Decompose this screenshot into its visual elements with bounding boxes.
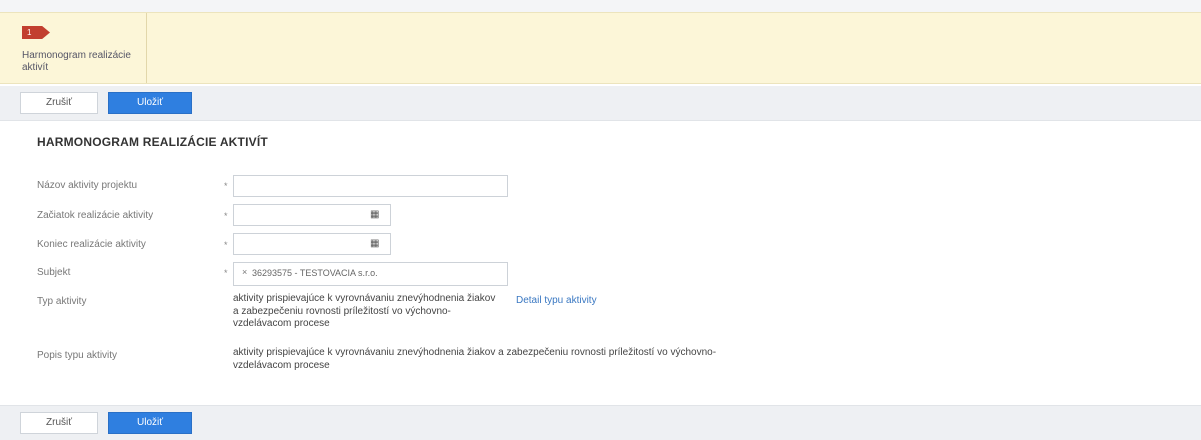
cancel-button[interactable]: Zrušiť xyxy=(20,412,98,434)
step-number: 1 xyxy=(27,28,32,37)
description-value: aktivity prispievajúce k vyrovnávaniu zn… xyxy=(233,347,717,371)
required-marker: * xyxy=(224,181,228,191)
required-marker: * xyxy=(224,268,228,278)
type-label: Typ aktivity xyxy=(37,296,87,307)
activity-name-input[interactable] xyxy=(233,175,508,197)
wizard-step-1[interactable]: 1 Harmonogram realizácie aktivít xyxy=(8,13,147,83)
wizard-bar: 1 Harmonogram realizácie aktivít xyxy=(0,12,1201,84)
calendar-icon[interactable]: ▦ xyxy=(370,210,380,220)
required-marker: * xyxy=(224,211,228,221)
remove-tag-icon[interactable]: × xyxy=(242,267,247,277)
name-label: Názov aktivity projektu xyxy=(37,180,138,191)
start-label: Začiatok realizácie aktivity xyxy=(37,210,154,221)
step-label: Harmonogram realizácie aktivít xyxy=(22,50,131,73)
end-label: Koniec realizácie aktivity xyxy=(37,239,146,250)
calendar-icon[interactable]: ▦ xyxy=(370,239,380,249)
cancel-button[interactable]: Zrušiť xyxy=(20,92,98,114)
top-toolbar: Zrušiť Uložiť xyxy=(0,86,1201,121)
save-button[interactable]: Uložiť xyxy=(108,92,192,114)
page-title: HARMONOGRAM REALIZÁCIE AKTIVÍT xyxy=(37,135,268,149)
step-arrow-icon: 1 xyxy=(22,26,50,39)
description-label: Popis typu aktivity xyxy=(37,350,118,361)
start-date-input[interactable]: ▦ xyxy=(233,204,391,226)
subject-label: Subjekt xyxy=(37,267,71,278)
subject-select[interactable]: × 36293575 - TESTOVACIA s.r.o. xyxy=(233,262,508,286)
save-button[interactable]: Uložiť xyxy=(108,412,192,434)
top-strip xyxy=(0,0,1201,12)
subject-tag: 36293575 - TESTOVACIA s.r.o. xyxy=(252,268,378,278)
required-marker: * xyxy=(224,240,228,250)
bottom-toolbar: Zrušiť Uložiť xyxy=(0,405,1201,440)
type-value: aktivity prispievajúce k vyrovnávaniu zn… xyxy=(233,293,496,329)
type-detail-link[interactable]: Detail typu aktivity xyxy=(516,295,597,306)
end-date-input[interactable]: ▦ xyxy=(233,233,391,255)
